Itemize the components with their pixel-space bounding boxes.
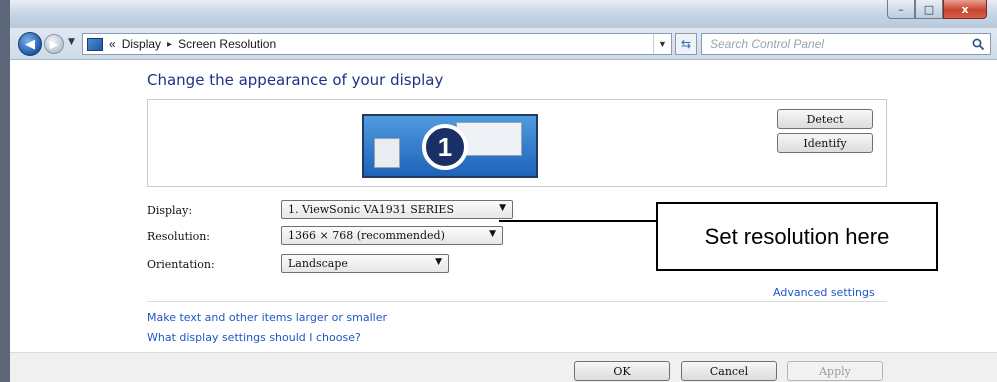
arrow-left-icon: ◀ — [25, 36, 35, 52]
forward-button[interactable]: ▶ — [44, 34, 64, 54]
page-title: Change the appearance of your display — [147, 71, 444, 89]
monitor-number-badge: 1 — [422, 124, 468, 170]
ok-button[interactable]: OK — [574, 361, 670, 381]
breadcrumb-screen-resolution[interactable]: Screen Resolution — [178, 37, 276, 51]
display-select[interactable]: 1. ViewSonic VA1931 SERIES ▼ — [281, 200, 513, 219]
recent-pages-dropdown[interactable]: ▼ — [68, 37, 75, 47]
window-left-edge — [0, 0, 10, 382]
breadcrumb-separator[interactable]: ▸ — [167, 39, 172, 50]
close-button[interactable]: x — [943, 0, 987, 19]
monitor-window-icon — [374, 138, 400, 168]
maximize-button[interactable]: □ — [915, 0, 943, 19]
display-help-link[interactable]: What display settings should I choose? — [147, 331, 361, 344]
chevron-down-icon: ▼ — [435, 257, 442, 267]
breadcrumb-prefix[interactable]: « — [109, 37, 116, 51]
cancel-button[interactable]: Cancel — [681, 361, 777, 381]
navigation-bar: ◀ ▶ ▼ « Display ▸ Screen Resolution ▼ ⇆ … — [10, 28, 997, 60]
arrow-right-icon: ▶ — [49, 37, 59, 51]
display-preview-area: 1 Detect Identify — [147, 99, 887, 187]
resolution-label: Resolution: — [147, 230, 211, 243]
refresh-icon: ⇆ — [680, 37, 692, 51]
breadcrumb-display[interactable]: Display — [122, 37, 161, 51]
control-panel-icon — [87, 37, 103, 51]
resolution-select[interactable]: 1366 × 768 (recommended) ▼ — [281, 226, 503, 245]
identify-button[interactable]: Identify — [777, 133, 873, 153]
orientation-label: Orientation: — [147, 258, 215, 271]
screen-resolution-panel: Change the appearance of your display 1 … — [10, 61, 997, 382]
callout-pointer-line — [499, 220, 661, 222]
annotation-callout: Set resolution here — [656, 202, 938, 271]
window-controls: – □ x — [887, 0, 987, 19]
back-button[interactable]: ◀ — [18, 32, 42, 56]
search-input[interactable]: Search Control Panel — [701, 33, 991, 55]
resolution-select-value: 1366 × 768 (recommended) — [288, 229, 445, 242]
chevron-down-icon[interactable]: ▼ — [653, 34, 671, 54]
detect-button[interactable]: Detect — [777, 109, 873, 129]
chevron-down-icon: ▼ — [489, 229, 496, 239]
orientation-select-value: Landscape — [288, 257, 348, 270]
minimize-button[interactable]: – — [887, 0, 915, 19]
address-bar[interactable]: « Display ▸ Screen Resolution ▼ — [82, 33, 672, 55]
advanced-settings-link[interactable]: Advanced settings — [773, 286, 875, 299]
window-titlebar: – □ x — [0, 0, 997, 28]
chevron-down-icon: ▼ — [499, 203, 506, 213]
text-size-link[interactable]: Make text and other items larger or smal… — [147, 311, 387, 324]
refresh-button[interactable]: ⇆ — [675, 33, 697, 55]
display-select-value: 1. ViewSonic VA1931 SERIES — [288, 203, 454, 216]
orientation-select[interactable]: Landscape ▼ — [281, 254, 449, 273]
search-placeholder: Search Control Panel — [710, 37, 825, 51]
monitor-1-preview[interactable]: 1 — [362, 114, 538, 178]
display-label: Display: — [147, 204, 193, 217]
search-icon[interactable] — [969, 35, 987, 53]
apply-button[interactable]: Apply — [787, 361, 883, 381]
divider — [147, 301, 887, 302]
